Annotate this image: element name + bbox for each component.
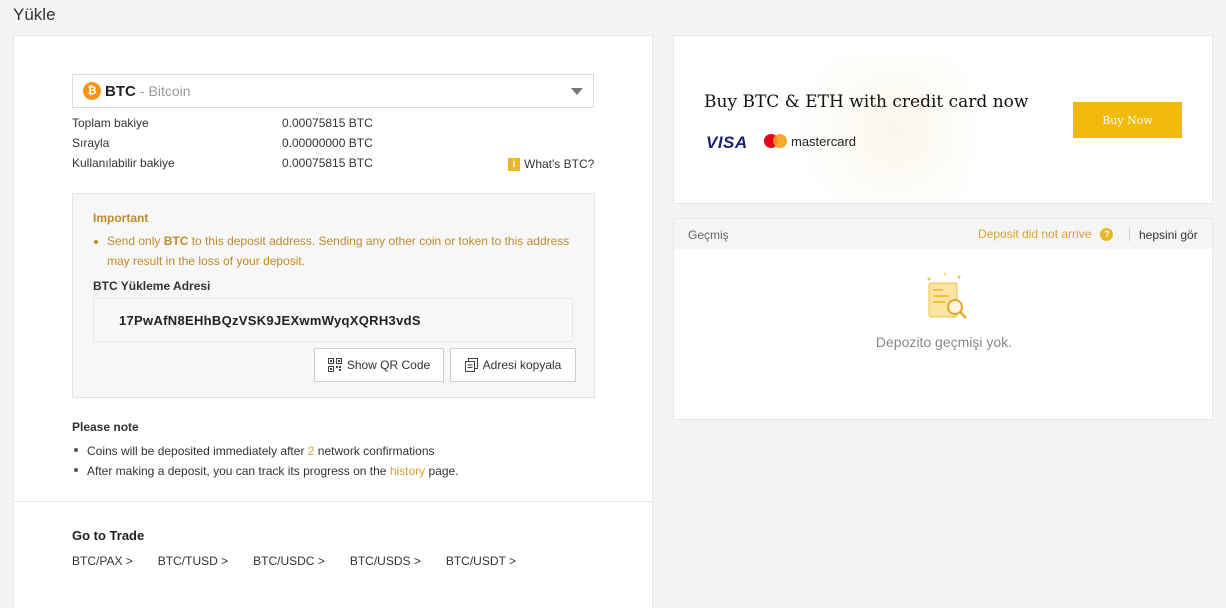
credit-card-promo: Buy BTC & ETH with credit card now VISA … [673, 35, 1213, 204]
copy-address-label: Adresi kopyala [482, 358, 562, 372]
important-coin: BTC [163, 234, 189, 248]
note-title: Please note [72, 420, 139, 434]
trade-link-btc-usdc[interactable]: BTC/USDC > [253, 554, 325, 568]
deposit-not-arrived-label: Deposit did not arrive [978, 227, 1092, 241]
visa-logo: VISA [706, 133, 748, 152]
trade-link-btc-pax[interactable]: BTC/PAX > [72, 554, 133, 568]
promo-title: Buy BTC & ETH with credit card now [704, 92, 1029, 112]
note-line-history: After making a deposit, you can track it… [87, 464, 459, 478]
bitcoin-icon: ₿ [83, 82, 101, 100]
balance-label: Kullanılabilir bakiye [72, 156, 175, 170]
balance-row-in-order: Sırayla [72, 136, 109, 150]
coin-select[interactable]: ₿ BTC - Bitcoin [72, 74, 594, 108]
copy-icon [464, 358, 478, 372]
trade-link-btc-tusd[interactable]: BTC/TUSD > [158, 554, 228, 568]
bullet [74, 468, 78, 472]
note-text: Coins will be deposited immediately afte… [87, 444, 308, 458]
show-qr-label: Show QR Code [346, 358, 431, 372]
whats-btc-link[interactable]: i What's BTC? [508, 157, 594, 171]
whats-btc-label: What's BTC? [524, 157, 595, 171]
buy-now-button[interactable]: Buy Now [1073, 102, 1182, 138]
trade-link-btc-usdt[interactable]: BTC/USDT > [446, 554, 516, 568]
deposit-panel: ₿ BTC - Bitcoin Toplam bakiye 0.00075815… [13, 35, 653, 608]
help-icon: ? [1100, 227, 1114, 241]
page-title: Yükle [13, 5, 56, 24]
show-qr-button[interactable]: Show QR Code [314, 348, 444, 382]
coin-separator: - [139, 83, 145, 99]
balance-value: 0.00075815 BTC [282, 116, 373, 130]
mastercard-icon [764, 133, 788, 149]
coin-name: Bitcoin [148, 83, 191, 99]
trade-title: Go to Trade [72, 528, 145, 543]
balance-value: 0.00075815 BTC [282, 156, 373, 170]
coin-symbol: BTC [105, 82, 136, 100]
trade-links: BTC/PAX > BTC/TUSD > BTC/USDC > BTC/USDS… [72, 554, 541, 568]
bullet [94, 240, 98, 244]
trade-link-btc-usds[interactable]: BTC/USDS > [350, 554, 421, 568]
promo-background [774, 56, 974, 203]
balance-label: Toplam bakiye [72, 116, 149, 130]
qr-code-icon [327, 358, 342, 372]
balance-row-total: Toplam bakiye [72, 116, 149, 130]
info-icon: i [508, 157, 520, 171]
note-text: After making a deposit, you can track it… [87, 464, 390, 478]
divider [14, 501, 652, 502]
balance-value: 0.00000000 BTC [282, 136, 373, 150]
mastercard-logo: mastercard [764, 133, 856, 149]
deposit-address-box: Important Send only BTC to this deposit … [72, 193, 595, 398]
deposit-history-panel: Geçmiş Deposit did not arrive ? hepsini … [673, 218, 1213, 420]
history-link[interactable]: history [390, 464, 425, 478]
important-text-part: Send only [107, 234, 164, 248]
balance-row-available: Kullanılabilir bakiye [72, 156, 175, 170]
address-label: BTC Yükleme Adresi [93, 279, 211, 293]
empty-history-icon [927, 273, 967, 319]
note-text: network confirmations [314, 444, 435, 458]
note-line-confirmations: Coins will be deposited immediately afte… [87, 444, 435, 458]
mastercard-label: mastercard [791, 133, 857, 149]
important-title: Important [93, 211, 149, 225]
note-text: page. [425, 464, 459, 478]
deposit-not-arrived-link[interactable]: Deposit did not arrive ? [978, 227, 1114, 241]
chevron-down-icon[interactable] [571, 88, 583, 95]
copy-address-button[interactable]: Adresi kopyala [450, 348, 576, 382]
bullet [74, 448, 78, 452]
important-text: Send only BTC to this deposit address. S… [107, 231, 582, 271]
deposit-address[interactable]: 17PwAfN8EHhBQzVSK9JEXwmWyqXQRH3vdS [93, 298, 573, 342]
history-header: Geçmiş Deposit did not arrive ? hepsini … [674, 219, 1212, 249]
see-all-link[interactable]: hepsini gör [1139, 228, 1198, 242]
divider [1129, 228, 1130, 241]
history-title: Geçmiş [688, 228, 729, 242]
balance-label: Sırayla [72, 136, 110, 150]
empty-history-text: Depozito geçmişi yok. [875, 334, 1013, 350]
